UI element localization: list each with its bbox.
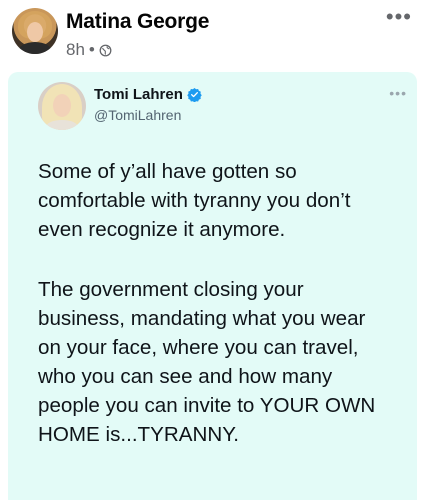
tweet-line: who you can see and how many [38, 365, 333, 388]
tweet-author-handle: @TomiLahren [94, 107, 182, 123]
tweet-line: HOME is...TYRANNY. [38, 423, 240, 446]
post-time[interactable]: 8h [66, 40, 85, 60]
tweet-line: comfortable with tyranny you don’t [38, 189, 351, 212]
post-header: Matina George 8h • ••• [0, 0, 424, 72]
tweet-paragraph-2: The government closing your business, ma… [38, 275, 410, 449]
tweet-line: on your face, where you can travel, [38, 336, 359, 359]
globe-icon[interactable] [99, 44, 112, 57]
tweet-paragraph-1: Some of y’all have gotten so comfortable… [38, 157, 410, 244]
tweet-line: The government closing your [38, 278, 304, 301]
tweet-line: business, mandating what you wear [38, 307, 366, 330]
tweet-image[interactable]: Tomi Lahren @TomiLahren ••• Some of y’al… [8, 72, 417, 500]
tweet-author-avatar [38, 82, 86, 130]
tweet-author-name-text: Tomi Lahren [94, 86, 183, 103]
author-name[interactable]: Matina George [66, 10, 209, 34]
tweet-line: Some of y’all have gotten so [38, 160, 297, 183]
tweet-line: people you can invite to YOUR OWN [38, 394, 376, 417]
verified-badge-icon [187, 87, 202, 102]
more-options-icon[interactable]: ••• [386, 6, 412, 28]
tweet-line: even recognize it anymore. [38, 218, 286, 241]
meta-separator: • [88, 40, 95, 59]
author-avatar[interactable] [12, 8, 58, 54]
tweet-author-name: Tomi Lahren [94, 86, 202, 103]
tweet-more-icon: ••• [389, 85, 407, 101]
post-meta: 8h • [66, 40, 112, 60]
